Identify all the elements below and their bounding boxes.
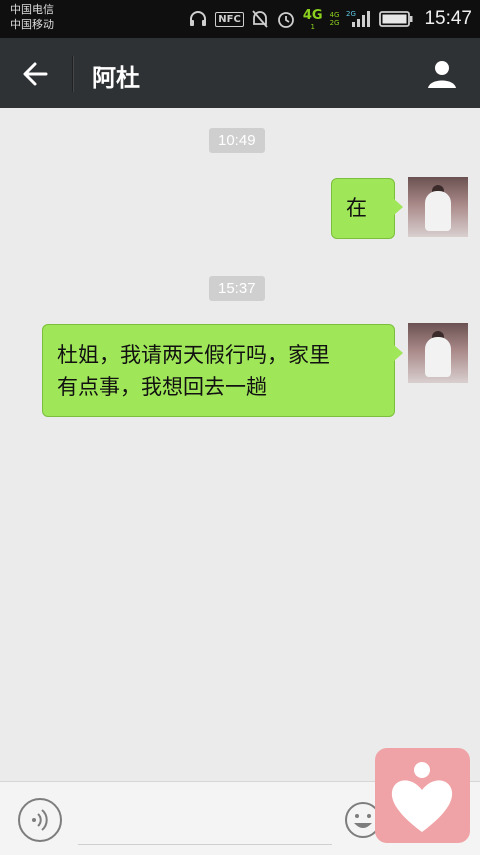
heart-icon (391, 762, 453, 832)
network-sim2: 4G 2G (329, 11, 340, 27)
contact-profile-icon[interactable] (424, 56, 460, 92)
voice-input-button[interactable] (18, 798, 62, 842)
message-text: 在 (346, 196, 367, 220)
voice-icon (32, 809, 48, 831)
headset-icon (190, 11, 207, 26)
header-divider (72, 56, 74, 92)
chat-header: 阿杜 (0, 38, 480, 108)
user-avatar[interactable] (408, 177, 468, 237)
mute-icon (252, 10, 268, 28)
sent-message-bubble[interactable]: 杜姐，我请两天假行吗，家里 有点事，我想回去一趟 (42, 324, 403, 417)
carrier-2: 中国移动 (10, 18, 54, 31)
carrier-1: 中国电信 (10, 3, 54, 16)
message-line-1: 杜姐，我请两天假行吗，家里 (57, 343, 330, 367)
carrier-info: 中国电信 中国移动 (10, 2, 54, 32)
contact-name: 阿杜 (92, 64, 140, 92)
svg-text:2G: 2G (346, 10, 356, 18)
timestamp-label: 10:49 (209, 128, 265, 153)
alarm-icon (277, 12, 294, 28)
nfc-icon: NFC (215, 11, 244, 27)
status-icons: NFC 4G 1 4G 2G 2G 15:47 (188, 0, 472, 38)
message-line-2: 有点事，我想回去一趟 (57, 375, 267, 399)
network-4g-sim1: 4G 1 (302, 7, 323, 31)
sent-message-bubble[interactable]: 在 (331, 178, 403, 239)
status-bar: 中国电信 中国移动 NFC 4G 1 4G 2G 2G 15:47 (0, 0, 480, 38)
message-input[interactable] (78, 802, 332, 845)
signal-icon: 2G (346, 10, 371, 27)
battery-icon (379, 11, 413, 27)
clock: 15:47 (424, 8, 472, 29)
timestamp-label: 15:37 (209, 276, 265, 301)
user-avatar[interactable] (408, 323, 468, 383)
floating-heart-button[interactable] (375, 748, 470, 843)
back-arrow-icon[interactable] (18, 56, 54, 92)
